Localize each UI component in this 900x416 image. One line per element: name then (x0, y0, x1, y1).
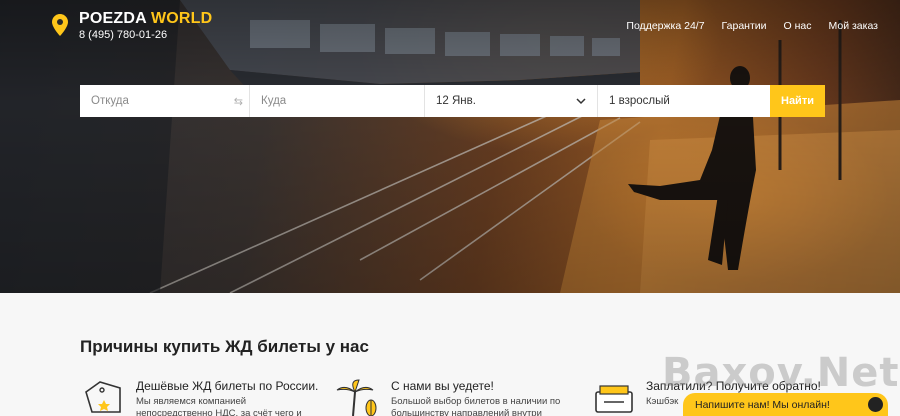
section-title: Причины купить ЖД билеты у нас (80, 337, 369, 356)
passengers-value: 1 взрослый (609, 95, 670, 107)
nav-my-order[interactable]: Мой заказ (828, 20, 878, 32)
nav-about[interactable]: О нас (784, 20, 812, 32)
from-input[interactable] (91, 95, 238, 107)
site-logo[interactable]: POEZDA WORLD (79, 10, 212, 28)
to-input[interactable] (261, 95, 413, 107)
feature-item: С нами вы уедете! Большой выбор билетов … (335, 376, 575, 416)
chat-widget[interactable]: Напишите нам! Мы онлайн! (683, 393, 888, 416)
swap-direction-icon[interactable]: ⇆ (234, 95, 243, 108)
feature-item: Дешёвые ЖД билеты по России. Мы являемся… (80, 376, 320, 416)
feature-title: Заплатили? Получите обратно! (646, 379, 821, 393)
chat-close-icon[interactable] (868, 397, 883, 412)
ticket-tag-icon (85, 381, 121, 413)
search-button[interactable]: Найти (770, 85, 825, 117)
feature-description: Мы являемся компанией непосредственно НД… (136, 396, 302, 416)
feature-title: С нами вы уедете! (391, 379, 494, 393)
ticket-search-form: ⇆ 12 Янв. 1 взрослый Найти (80, 85, 825, 117)
palm-tree-icon (336, 379, 377, 416)
hero-banner (0, 0, 900, 293)
nav-support[interactable]: Поддержка 24/7 (626, 20, 704, 32)
feature-title: Дешёвые ЖД билеты по России. (136, 379, 319, 393)
top-nav: Поддержка 24/7 Гарантии О нас Мой заказ (626, 20, 878, 32)
logo-accent: WORLD (150, 10, 213, 27)
from-field[interactable]: ⇆ (80, 85, 250, 117)
chat-label: Напишите нам! Мы онлайн! (695, 399, 830, 411)
date-select[interactable]: 12 Янв. (425, 85, 598, 117)
cashback-icon (595, 385, 633, 413)
date-value: 12 Янв. (436, 95, 476, 107)
location-pin-icon (52, 14, 68, 36)
hero-overlay (0, 0, 900, 293)
chevron-down-icon (576, 98, 586, 105)
to-field[interactable] (250, 85, 425, 117)
phone-number[interactable]: 8 (495) 780-01-26 (79, 29, 167, 41)
passengers-select[interactable]: 1 взрослый (598, 85, 770, 117)
nav-guarantees[interactable]: Гарантии (722, 20, 767, 32)
logo-primary: POEZDA (79, 10, 147, 27)
feature-description: Большой выбор билетов в наличии по больш… (391, 396, 561, 416)
